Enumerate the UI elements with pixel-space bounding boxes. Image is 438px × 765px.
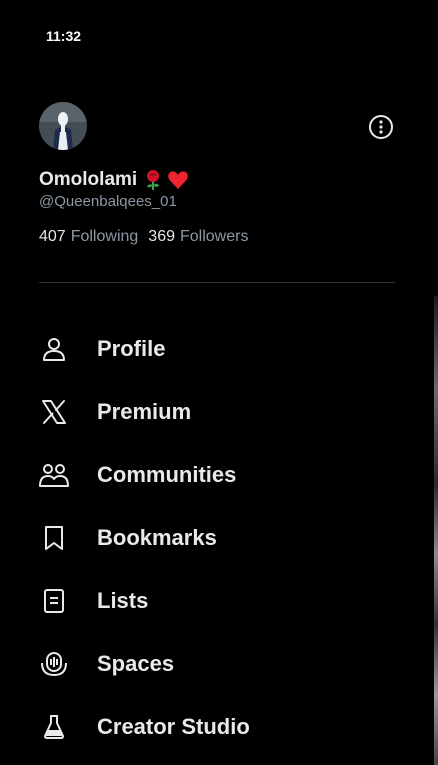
following-label: Following — [70, 228, 139, 245]
nav-item-profile[interactable]: Profile — [0, 317, 420, 380]
more-options-icon — [369, 115, 393, 139]
more-options-button[interactable] — [368, 114, 394, 140]
nav-item-bookmarks[interactable]: Bookmarks — [0, 506, 420, 569]
divider — [39, 282, 395, 283]
follow-stats: 407 Following 369 Followers — [39, 228, 248, 246]
creator-studio-icon — [39, 712, 69, 742]
following-count: 407 — [39, 228, 66, 245]
nav-menu: Profile Premium Communities Bookmarks Li… — [0, 317, 420, 758]
nav-label-creator-studio: Creator Studio — [97, 713, 250, 739]
nav-item-lists[interactable]: Lists — [0, 569, 420, 632]
followers-stat[interactable]: 369 Followers — [148, 228, 248, 246]
user-handle: @Queenbalqees_01 — [39, 193, 177, 210]
display-name[interactable]: Omololami — [39, 166, 189, 194]
spaces-icon — [39, 649, 69, 679]
background-timeline-edge — [434, 296, 438, 765]
x-logo-icon — [39, 397, 69, 427]
nav-label-premium: Premium — [97, 398, 192, 424]
nav-item-creator-studio[interactable]: Creator Studio — [0, 695, 420, 758]
nav-label-profile: Profile — [97, 335, 166, 361]
avatar[interactable] — [39, 102, 87, 150]
rose-emoji — [147, 170, 160, 190]
nav-label-lists: Lists — [97, 587, 149, 613]
nav-label-communities: Communities — [97, 461, 237, 487]
followers-count: 369 — [148, 228, 175, 245]
nav-item-premium[interactable]: Premium — [0, 380, 420, 443]
following-stat[interactable]: 407 Following — [39, 228, 138, 246]
status-bar: 11:32 — [0, 0, 438, 70]
nav-item-spaces[interactable]: Spaces — [0, 632, 420, 695]
followers-label: Followers — [180, 228, 249, 245]
display-name-text: Omololami — [39, 169, 138, 190]
person-icon — [39, 334, 69, 364]
nav-label-bookmarks: Bookmarks — [97, 524, 217, 550]
lists-icon — [39, 586, 69, 616]
nav-label-spaces: Spaces — [97, 650, 175, 676]
heart-emoji — [168, 171, 188, 189]
status-time: 11:32 — [46, 28, 82, 44]
communities-icon — [39, 460, 69, 490]
nav-item-communities[interactable]: Communities — [0, 443, 420, 506]
bookmark-icon — [39, 523, 69, 553]
